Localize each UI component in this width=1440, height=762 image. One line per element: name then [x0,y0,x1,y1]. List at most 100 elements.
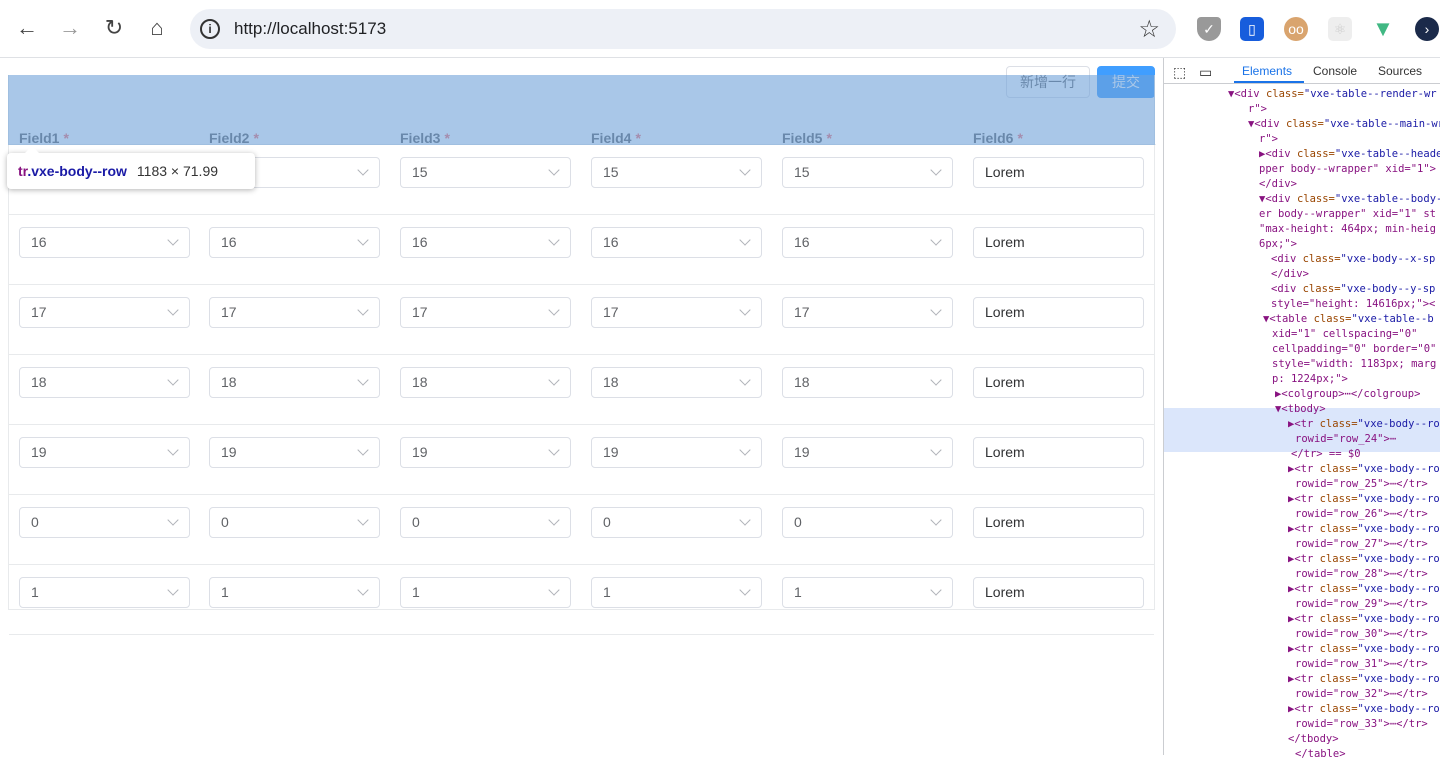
chevron-down-icon[interactable] [167,374,179,386]
chevron-down-icon[interactable] [930,234,942,246]
tab-console[interactable]: Console [1313,64,1357,78]
select-input[interactable]: 1 [782,577,953,608]
dom-node-line[interactable]: p: 1224px;"> [1272,372,1348,387]
chevron-down-icon[interactable] [548,444,560,456]
chevron-down-icon[interactable] [739,374,751,386]
select-input[interactable]: 16 [782,227,953,258]
select-input[interactable]: 15 [400,157,571,188]
tab-elements[interactable]: Elements [1242,64,1292,78]
chevron-down-icon[interactable] [357,234,369,246]
dom-node-line[interactable]: rowid="row_33">⋯</tr> [1295,717,1428,732]
tab-sources[interactable]: Sources [1378,64,1422,78]
select-input[interactable]: 0 [400,507,571,538]
chevron-down-icon[interactable] [548,514,560,526]
chevron-down-icon[interactable] [167,444,179,456]
select-input[interactable]: 17 [591,297,762,328]
bookmark-star-icon[interactable]: ☆ [1138,15,1160,44]
dom-node-line[interactable]: xid="1" cellspacing="0" [1272,327,1417,342]
select-input[interactable]: 18 [400,367,571,398]
chevron-down-icon[interactable] [357,584,369,596]
dom-node-line[interactable]: ▼<div class="vxe-table--body- [1259,192,1440,207]
dom-node-line[interactable]: cellpadding="0" border="0" [1272,342,1436,357]
avatar-extension-icon[interactable]: oo [1284,17,1308,41]
dom-node-line[interactable]: </div> [1259,177,1297,192]
chevron-down-icon[interactable] [739,584,751,596]
dom-node-line[interactable]: rowid="row_24">⋯ [1295,432,1396,447]
text-input[interactable]: Lorem [973,437,1144,468]
url-text[interactable]: http://localhost:5173 [234,19,386,39]
chevron-down-icon[interactable] [930,444,942,456]
dom-node-line[interactable]: </div> [1271,267,1309,282]
chevron-down-icon[interactable] [167,514,179,526]
chevron-down-icon[interactable] [357,164,369,176]
select-input[interactable]: 17 [400,297,571,328]
chevron-down-icon[interactable] [357,444,369,456]
dom-node-line[interactable]: rowid="row_27">⋯</tr> [1295,537,1428,552]
select-input[interactable]: 17 [782,297,953,328]
text-input[interactable]: Lorem [973,367,1144,398]
reload-icon[interactable]: ↻ [100,14,128,42]
select-input[interactable]: 19 [209,437,380,468]
dom-node-line[interactable]: ▶<tr class="vxe-body--ro [1288,462,1440,477]
select-input[interactable]: 1 [591,577,762,608]
react-devtools-icon[interactable]: ⚛ [1328,17,1352,41]
dom-node-line[interactable]: <div class="vxe-body--y-sp [1271,282,1435,297]
select-input[interactable]: 16 [19,227,190,258]
select-input[interactable]: 1 [209,577,380,608]
dom-node-line[interactable]: ▶<tr class="vxe-body--ro [1288,672,1440,687]
dom-node-line[interactable]: rowid="row_26">⋯</tr> [1295,507,1428,522]
select-input[interactable]: 18 [782,367,953,398]
dom-node-line[interactable]: ▼<table class="vxe-table--b [1263,312,1434,327]
select-input[interactable]: 18 [209,367,380,398]
dom-node-line[interactable]: rowid="row_30">⋯</tr> [1295,627,1428,642]
dom-node-line[interactable]: ▶<tr class="vxe-body--ro [1288,582,1440,597]
chevron-down-icon[interactable] [357,374,369,386]
dom-node-line[interactable]: ▶<div class="vxe-table--heade [1259,147,1440,162]
chevron-down-icon[interactable] [930,514,942,526]
info-icon[interactable]: i [200,19,220,39]
text-input[interactable]: Lorem [973,297,1144,328]
chevron-down-icon[interactable] [930,304,942,316]
chevron-down-icon[interactable] [167,304,179,316]
select-input[interactable]: 0 [782,507,953,538]
dom-node-line[interactable]: rowid="row_32">⋯</tr> [1295,687,1428,702]
chevron-down-icon[interactable] [930,374,942,386]
select-input[interactable]: 18 [591,367,762,398]
dom-node-line[interactable]: rowid="row_29">⋯</tr> [1295,597,1428,612]
address-bar[interactable]: i http://localhost:5173 ☆ [190,9,1176,49]
chevron-down-icon[interactable] [739,444,751,456]
select-input[interactable]: 16 [400,227,571,258]
dom-node-line[interactable]: ▼<tbody> [1275,402,1326,417]
select-input[interactable]: 16 [209,227,380,258]
text-input[interactable]: Lorem [973,227,1144,258]
chevron-down-icon[interactable] [739,304,751,316]
dom-node-line[interactable]: </tr> == $0 [1291,447,1361,462]
select-input[interactable]: 15 [591,157,762,188]
text-input[interactable]: Lorem [973,507,1144,538]
dom-node-line[interactable]: pper body--wrapper" xid="1"> [1259,162,1436,177]
dom-node-line[interactable]: ▼<div class="vxe-table--main-wr [1248,117,1440,132]
select-input[interactable]: 17 [19,297,190,328]
chevron-down-icon[interactable] [548,234,560,246]
dom-node-line[interactable]: 6px;"> [1259,237,1297,252]
select-input[interactable]: 16 [591,227,762,258]
inspect-element-icon[interactable]: ⬚ [1173,64,1186,81]
dom-node-line[interactable]: rowid="row_31">⋯</tr> [1295,657,1428,672]
select-input[interactable]: 0 [19,507,190,538]
chevron-down-icon[interactable] [167,234,179,246]
dom-node-line[interactable]: "max-height: 464px; min-heig [1259,222,1436,237]
dom-node-line[interactable]: er body--wrapper" xid="1" st [1259,207,1436,222]
chevron-down-icon[interactable] [930,584,942,596]
dom-node-line[interactable]: ▶<tr class="vxe-body--ro [1288,702,1440,717]
dom-node-line[interactable]: ▶<tr class="vxe-body--ro [1288,642,1440,657]
chevron-down-icon[interactable] [739,234,751,246]
dom-node-line[interactable]: ▼<div class="vxe-table--render-wr [1228,87,1437,102]
chevron-down-icon[interactable] [739,164,751,176]
chevron-down-icon[interactable] [739,514,751,526]
chevron-down-icon[interactable] [167,584,179,596]
chevron-down-icon[interactable] [548,304,560,316]
select-input[interactable]: 15 [782,157,953,188]
dom-node-line[interactable]: ▶<tr class="vxe-body--ro [1288,417,1440,432]
dom-node-line[interactable]: <div class="vxe-body--x-sp [1271,252,1435,267]
dom-node-line[interactable]: ▶<tr class="vxe-body--ro [1288,612,1440,627]
